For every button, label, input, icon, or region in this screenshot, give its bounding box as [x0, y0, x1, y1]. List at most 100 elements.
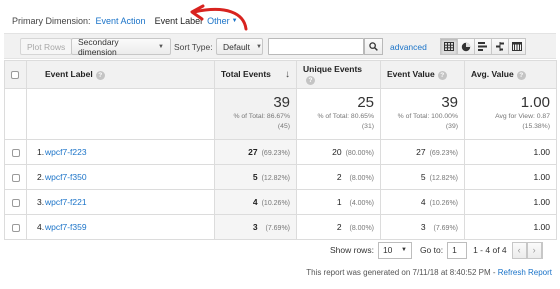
row-event-label-link[interactable]: wpcf7-f350: [45, 172, 87, 182]
row-checkbox-cell: [4, 139, 27, 165]
generated-text: This report was generated on 7/11/18 at …: [306, 268, 498, 277]
row-total-pct: (12.82%): [261, 175, 290, 182]
help-icon[interactable]: ?: [95, 70, 105, 80]
row-avg-value: 1.00: [464, 164, 557, 190]
pager-buttons: ‹ ›: [511, 241, 543, 259]
row-unique-events: 1 (4.00%): [296, 189, 381, 215]
totals-label-cell: [26, 88, 215, 140]
row-value-pct: (7.69%): [433, 225, 458, 232]
totals-unique-events-base: (31): [361, 123, 374, 130]
search-icon: [369, 42, 378, 51]
help-icon[interactable]: ?: [516, 70, 526, 80]
row-rank: 1.: [37, 147, 45, 157]
goto-page-input[interactable]: 1: [447, 241, 468, 259]
row-event-label-link[interactable]: wpcf7-f223: [45, 147, 87, 157]
plot-rows-button[interactable]: Plot Rows: [20, 38, 73, 55]
dimension-option-event-action[interactable]: Event Action: [96, 16, 146, 26]
previous-page-button[interactable]: ‹: [511, 241, 528, 259]
row-total-events: 5 (12.82%): [214, 164, 297, 190]
table-row: 4.wpcf7-f359 3 (7.69%) 2 (8.00%) 3 (7.69…: [4, 214, 557, 240]
row-checkbox[interactable]: [11, 173, 20, 182]
search-button[interactable]: [364, 38, 383, 55]
row-unique-value: 2: [336, 172, 342, 182]
comparison-view-button[interactable]: [491, 38, 509, 55]
totals-total-events-base: (45): [277, 123, 290, 130]
header-total-events[interactable]: Total Events ↓: [214, 60, 297, 89]
totals-empty-cell: [4, 88, 27, 140]
header-event-label-text: Event Label: [45, 69, 93, 80]
report-toolbar: Plot Rows Secondary dimension ▼ Sort Typ…: [4, 33, 556, 59]
table-search-input[interactable]: [268, 38, 364, 55]
totals-unique-events: 25 % of Total: 80.65% (31): [296, 88, 381, 140]
pagination-bar: Show rows: 10 ▼ Go to: 1 1 - 4 of 4 ‹ ›: [330, 240, 543, 260]
header-event-value[interactable]: Event Value?: [380, 60, 465, 89]
pivot-view-button[interactable]: [508, 38, 526, 55]
row-value-value: 3: [420, 222, 426, 232]
pie-view-button[interactable]: [457, 38, 475, 55]
row-unique-events: 20 (80.00%): [296, 139, 381, 165]
show-rows-select[interactable]: 10 ▼: [377, 241, 412, 259]
row-value-value: 27: [416, 147, 426, 157]
chevron-right-icon: ›: [526, 241, 542, 259]
annotation-arrow-icon: [190, 4, 248, 31]
row-unique-pct: (80.00%): [345, 150, 374, 157]
view-switcher: [440, 38, 526, 55]
row-total-value: 4: [252, 197, 258, 207]
show-rows-label: Show rows:: [330, 245, 374, 255]
next-page-button[interactable]: ›: [526, 241, 543, 259]
row-total-value: 27: [248, 147, 258, 157]
show-rows-value: 10: [382, 245, 393, 255]
row-unique-pct: (8.00%): [349, 225, 374, 232]
header-event-label[interactable]: Event Label?: [26, 60, 215, 89]
row-total-events: 3 (7.69%): [214, 214, 297, 240]
header-avg-value[interactable]: Avg. Value?: [464, 60, 557, 89]
secondary-dimension-label: Secondary dimension: [78, 36, 119, 57]
row-checkbox[interactable]: [11, 148, 20, 157]
row-event-value: 4 (10.26%): [380, 189, 465, 215]
table-view-button[interactable]: [440, 38, 458, 55]
row-rank: 2.: [37, 172, 45, 182]
chevron-down-icon: ▼: [400, 247, 407, 253]
select-all-checkbox[interactable]: [11, 71, 19, 80]
row-value-pct: (10.26%): [429, 200, 458, 207]
totals-event-value-value: 39: [441, 94, 458, 111]
report-table: Event Label? Total Events ↓ Unique Events…: [4, 60, 557, 240]
page-range-text: 1 - 4 of 4: [473, 245, 507, 255]
header-total-events-text: Total Events: [221, 69, 271, 79]
row-value-pct: (12.82%): [429, 175, 458, 182]
row-unique-pct: (4.00%): [349, 200, 374, 207]
row-total-value: 5: [252, 172, 258, 182]
sort-type-dropdown[interactable]: Default ▼: [216, 38, 263, 55]
grid-icon: [444, 42, 454, 51]
row-checkbox[interactable]: [11, 198, 20, 207]
pie-chart-icon: [461, 42, 471, 51]
row-total-events: 4 (10.26%): [214, 189, 297, 215]
row-label-cell: 4.wpcf7-f359: [26, 214, 215, 240]
totals-avg-value-view: Avg for View: 0.87: [495, 113, 550, 120]
row-unique-value: 20: [332, 147, 342, 157]
row-event-label-link[interactable]: wpcf7-f221: [45, 197, 87, 207]
row-event-label-link[interactable]: wpcf7-f359: [45, 222, 87, 232]
table-row: 3.wpcf7-f221 4 (10.26%) 1 (4.00%) 4 (10.…: [4, 189, 557, 215]
row-total-value: 3: [252, 222, 258, 232]
row-value-value: 4: [420, 197, 426, 207]
performance-view-button[interactable]: [474, 38, 492, 55]
chevron-left-icon: ‹: [511, 241, 527, 259]
refresh-report-link[interactable]: Refresh Report: [498, 268, 552, 277]
row-event-value: 27 (69.23%): [380, 139, 465, 165]
advanced-filter-link[interactable]: advanced: [390, 38, 427, 55]
secondary-dimension-dropdown[interactable]: Secondary dimension ▼: [71, 36, 171, 57]
primary-dimension-label: Primary Dimension:: [12, 16, 91, 26]
chevron-down-icon: ▼: [158, 43, 164, 50]
header-unique-events[interactable]: Unique Events?: [296, 60, 381, 89]
totals-event-value: 39 % of Total: 100.00% (39): [380, 88, 465, 140]
totals-unique-events-pct: % of Total: 80.65%: [317, 113, 374, 120]
table-row: 1.wpcf7-f223 27 (69.23%) 20 (80.00%) 27 …: [4, 139, 557, 165]
help-icon[interactable]: ?: [437, 70, 447, 80]
row-checkbox[interactable]: [11, 223, 20, 232]
row-unique-value: 2: [336, 222, 342, 232]
table-row: 2.wpcf7-f350 5 (12.82%) 2 (8.00%) 5 (12.…: [4, 164, 557, 190]
help-icon[interactable]: ?: [306, 75, 315, 85]
header-unique-events-text: Unique Events: [303, 64, 363, 75]
row-total-pct: (7.69%): [265, 225, 290, 232]
